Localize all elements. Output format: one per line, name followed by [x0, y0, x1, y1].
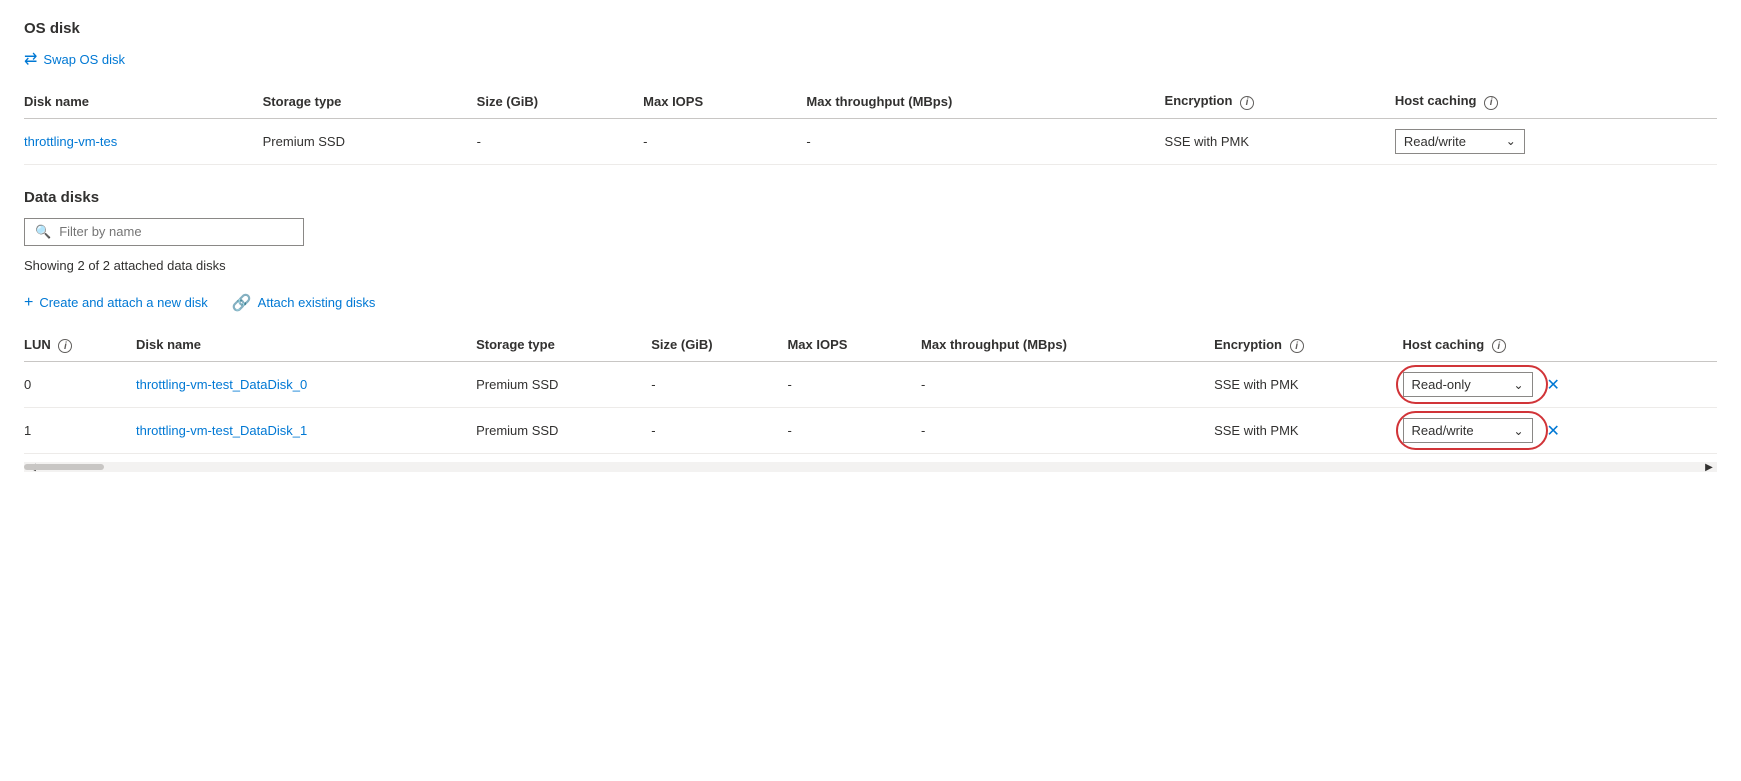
data-disk-col-size: Size (GiB)	[651, 329, 787, 362]
data-disks-title: Data disks	[24, 189, 1717, 206]
os-disk-col-encryption: Encryption i	[1165, 85, 1395, 118]
data-disk-col-lun: LUN i	[24, 329, 136, 362]
data-disk-row-0-lun: 0	[24, 362, 136, 408]
data-disk-encryption-info-icon[interactable]: i	[1290, 339, 1304, 353]
os-disk-row-0: throttling-vm-tes Premium SSD - - - SSE …	[24, 118, 1717, 164]
swap-label: Swap OS disk	[43, 52, 125, 67]
os-disk-row-0-max-throughput: -	[806, 118, 1164, 164]
data-disk-row-1-storage-type: Premium SSD	[476, 408, 651, 454]
data-disk-col-host-caching: Host caching i	[1403, 329, 1717, 362]
lun-info-icon[interactable]: i	[58, 339, 72, 353]
os-disk-table-header-row: Disk name Storage type Size (GiB) Max IO…	[24, 85, 1717, 118]
data-disk-row-0-host-caching-select[interactable]: Read-only⌄	[1403, 372, 1533, 397]
data-disk-row-0-size: -	[651, 362, 787, 408]
data-disk-row-1-disk-link[interactable]: throttling-vm-test_DataDisk_1	[136, 423, 307, 438]
data-disk-row-1-disk-name: throttling-vm-test_DataDisk_1	[136, 408, 476, 454]
os-disk-col-max-throughput: Max throughput (MBps)	[806, 85, 1164, 118]
data-disks-section: Data disks 🔍 Showing 2 of 2 attached dat…	[24, 189, 1717, 455]
data-disk-col-encryption: Encryption i	[1214, 329, 1402, 362]
host-caching-info-icon[interactable]: i	[1484, 96, 1498, 110]
os-disk-col-max-iops: Max IOPS	[643, 85, 806, 118]
filter-search-icon: 🔍	[35, 224, 51, 240]
chevron-down-icon: ⌄	[1513, 424, 1523, 438]
filter-input-container: 🔍	[24, 218, 304, 246]
os-disk-col-disk-name: Disk name	[24, 85, 263, 118]
os-disk-title: OS disk	[24, 20, 1717, 37]
page-container: OS disk ⇄ Swap OS disk Disk name Storage…	[0, 0, 1741, 492]
data-disk-col-max-iops: Max IOPS	[787, 329, 921, 362]
data-disk-row-0-encryption: SSE with PMK	[1214, 362, 1402, 408]
os-disk-table: Disk name Storage type Size (GiB) Max IO…	[24, 85, 1717, 165]
create-attach-label: Create and attach a new disk	[39, 295, 207, 310]
data-disk-row-0-max-throughput: -	[921, 362, 1214, 408]
os-disk-row-0-encryption: SSE with PMK	[1165, 118, 1395, 164]
os-disk-row-0-size: -	[477, 118, 644, 164]
os-disk-col-storage-type: Storage type	[263, 85, 477, 118]
data-disk-table-container: LUN i Disk name Storage type Size (GiB)	[24, 329, 1717, 455]
create-attach-disk-btn[interactable]: + Create and attach a new disk	[24, 294, 208, 312]
data-disk-col-max-throughput: Max throughput (MBps)	[921, 329, 1214, 362]
data-disk-row-1-host-caching-select[interactable]: Read/write⌄	[1403, 418, 1533, 443]
os-disk-table-container: Disk name Storage type Size (GiB) Max IO…	[24, 85, 1717, 165]
data-disk-col-disk-name: Disk name	[136, 329, 476, 362]
os-disk-section: OS disk ⇄ Swap OS disk Disk name Storage…	[24, 20, 1717, 165]
data-disk-row-1-encryption: SSE with PMK	[1214, 408, 1402, 454]
data-disk-row-1-host-caching: Read/write⌄ ✕	[1403, 408, 1717, 454]
showing-count: Showing 2 of 2 attached data disks	[24, 258, 1717, 273]
os-disk-host-caching-chevron: ⌄	[1506, 134, 1516, 148]
data-disk-row-0-max-iops: -	[787, 362, 921, 408]
data-disk-row-0-host-caching: Read-only⌄ ✕	[1403, 362, 1717, 408]
data-disk-row-0-disk-name: throttling-vm-test_DataDisk_0	[136, 362, 476, 408]
data-disk-table-header-row: LUN i Disk name Storage type Size (GiB)	[24, 329, 1717, 362]
attach-icon: 🔗	[232, 293, 252, 313]
encryption-info-icon[interactable]: i	[1240, 96, 1254, 110]
os-disk-link[interactable]: throttling-vm-tes	[24, 134, 117, 149]
data-disk-row-1-max-throughput: -	[921, 408, 1214, 454]
os-disk-row-0-host-caching: Read/write ⌄	[1395, 118, 1717, 164]
attach-existing-disk-btn[interactable]: 🔗 Attach existing disks	[232, 293, 376, 313]
data-disk-row-0-storage-type: Premium SSD	[476, 362, 651, 408]
os-disk-row-0-max-iops: -	[643, 118, 806, 164]
filter-input[interactable]	[59, 224, 293, 239]
data-disk-row-0-delete-btn[interactable]: ✕	[1547, 375, 1560, 395]
data-disk-table: LUN i Disk name Storage type Size (GiB)	[24, 329, 1717, 455]
chevron-down-icon: ⌄	[1513, 378, 1523, 392]
data-disk-row-1: 1throttling-vm-test_DataDisk_1 Premium SS…	[24, 408, 1717, 454]
data-disk-host-caching-info-icon[interactable]: i	[1492, 339, 1506, 353]
data-disk-row-0-disk-link[interactable]: throttling-vm-test_DataDisk_0	[136, 377, 307, 392]
data-disk-row-1-size: -	[651, 408, 787, 454]
os-disk-col-host-caching: Host caching i	[1395, 85, 1717, 118]
data-disk-col-storage-type: Storage type	[476, 329, 651, 362]
data-disk-row-1-delete-btn[interactable]: ✕	[1547, 421, 1560, 441]
action-bar: + Create and attach a new disk 🔗 Attach …	[24, 293, 1717, 313]
os-disk-row-0-disk-name: throttling-vm-tes	[24, 118, 263, 164]
os-disk-col-size: Size (GiB)	[477, 85, 644, 118]
scrollbar-thumb[interactable]	[24, 464, 104, 470]
attach-existing-label: Attach existing disks	[258, 295, 376, 310]
horizontal-scrollbar[interactable]: ◀ ▶	[24, 462, 1717, 472]
os-disk-host-caching-select[interactable]: Read/write ⌄	[1395, 129, 1525, 154]
data-disk-row-1-lun: 1	[24, 408, 136, 454]
swap-os-disk-link[interactable]: ⇄ Swap OS disk	[24, 49, 125, 69]
data-disk-row-1-max-iops: -	[787, 408, 921, 454]
scroll-right-arrow[interactable]: ▶	[1701, 462, 1717, 472]
plus-icon: +	[24, 294, 33, 312]
data-disk-row-0: 0throttling-vm-test_DataDisk_0 Premium SS…	[24, 362, 1717, 408]
swap-icon: ⇄	[24, 49, 37, 69]
os-disk-row-0-storage-type: Premium SSD	[263, 118, 477, 164]
